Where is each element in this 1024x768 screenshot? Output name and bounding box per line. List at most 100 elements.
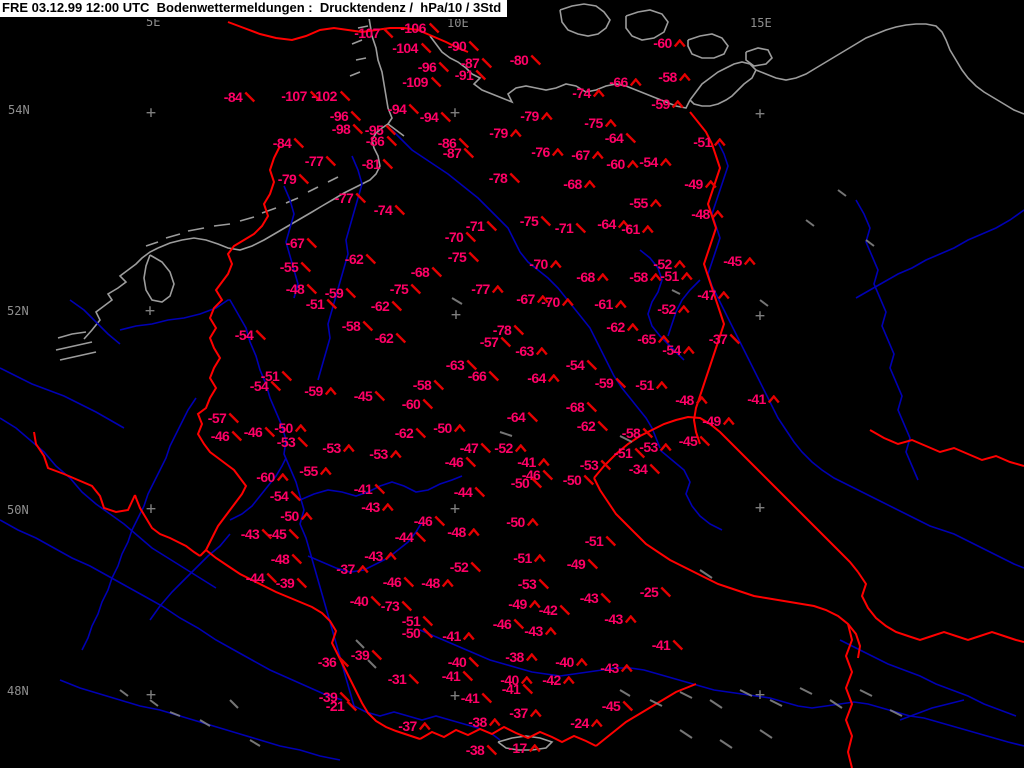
pressure-tendency-value: -39 [350,647,370,663]
station-report: -75 [584,115,618,131]
station-report: -37 [709,331,741,347]
pressure-tendency-value: -25 [639,584,659,600]
pressure-tendency-value: -98 [331,121,351,137]
pressure-tendency-value: -96 [417,59,437,75]
tendency-falling-icon [430,76,442,88]
tendency-falling-icon [540,215,552,227]
station-report: -43 [524,623,558,639]
pressure-tendency-value: -46 [444,454,464,470]
station-report: -40 [350,593,382,609]
station-report: -76 [531,144,565,160]
station-report: -34 [629,461,661,477]
tendency-rising-icon [343,443,356,453]
tendency-falling-icon [729,333,741,345]
station-report: -50 [511,475,543,491]
tendency-rising-icon [545,626,558,636]
station-report: -68 [563,176,597,192]
pressure-tendency-value: -50 [506,514,525,530]
pressure-tendency-value: -68 [576,269,595,285]
tendency-falling-icon [298,173,310,185]
graticule-label: 50N [7,503,29,517]
tendency-rising-icon [650,198,663,208]
tendency-falling-icon [391,300,403,312]
station-report: -36 [318,654,350,670]
tendency-falling-icon [415,427,427,439]
station-report: -55 [299,463,333,479]
tendency-rising-icon [681,271,694,281]
tendency-falling-icon [538,578,550,590]
title-bar: FRE 03.12.99 12:00 UTC Bodenwettermeldun… [0,0,510,19]
station-report: -60 [402,396,434,412]
tendency-rising-icon [325,386,338,396]
tendency-falling-icon [649,463,661,475]
tendency-falling-icon [255,329,267,341]
tendency-falling-icon [403,576,415,588]
tendency-falling-icon [699,435,711,447]
pressure-tendency-value: -91 [454,67,474,83]
pressure-tendency-value: -43 [361,499,380,515]
station-report: -62 [345,251,377,267]
tendency-rising-icon [510,128,523,138]
tendency-rising-icon [679,72,692,82]
station-report: -48 [286,281,318,297]
pressure-tendency-value: -51 [613,445,633,461]
pressure-tendency-value: -53 [276,434,296,450]
tendency-falling-icon [296,577,308,589]
pressure-tendency-value: -60 [401,396,421,412]
pressure-tendency-value: -48 [421,575,440,591]
station-report: -59 [325,285,357,301]
tendency-falling-icon [434,515,446,527]
pressure-tendency-value: -51 [513,550,532,566]
tendency-falling-icon [615,377,627,389]
tendency-falling-icon [488,370,500,382]
tendency-rising-icon [593,88,606,98]
pressure-tendency-value: -62 [576,418,596,434]
tendency-rising-icon [705,179,718,189]
tendency-falling-icon [371,649,383,661]
pressure-tendency-value: -86 [365,133,385,149]
tendency-falling-icon [382,158,394,170]
station-report: -51 [585,533,617,549]
station-report: -77 [335,190,367,206]
tendency-rising-icon [562,297,575,307]
pressure-tendency-value: -58 [629,269,648,285]
pressure-tendency-value: -62 [344,251,364,267]
tendency-rising-icon [591,718,604,728]
tendency-falling-icon [345,287,357,299]
tendency-rising-icon [627,159,640,169]
pressure-tendency-value: -62 [374,330,394,346]
pressure-tendency-value: -48 [675,392,694,408]
tendency-falling-icon [281,370,293,382]
pressure-tendency-value: -41 [353,481,373,497]
station-report: -54 [639,154,673,170]
pressure-tendency-value: -44 [245,570,265,586]
pressure-tendency-value: -43 [600,660,619,676]
pressure-tendency-value: -51 [584,533,604,549]
station-report: -79 [278,171,310,187]
pressure-tendency-value: -53 [517,576,537,592]
graticule-cross: + [144,301,156,322]
pressure-tendency-value: -48 [270,551,290,567]
tendency-falling-icon [642,427,654,439]
tendency-rising-icon [576,657,589,667]
pressure-tendency-value: -64 [604,130,624,146]
station-report: -79 [520,108,554,124]
pressure-tendency-value: -57 [479,334,499,350]
tendency-rising-icon [714,137,727,147]
station-report: -42 [539,602,571,618]
station-report: -53 [322,440,356,456]
pressure-tendency-value: -53 [639,439,658,455]
pressure-tendency-value: -67 [285,235,305,251]
tendency-rising-icon [621,663,634,673]
station-report: -62 [395,425,427,441]
tendency-falling-icon [422,627,434,639]
pressure-tendency-value: -81 [361,156,381,172]
pressure-tendency-value: -76 [531,144,550,160]
tendency-rising-icon [536,346,549,356]
tendency-rising-icon [357,564,370,574]
station-report: -64 [507,409,539,425]
pressure-tendency-value: -55 [279,259,299,275]
pressure-tendency-value: -51 [305,296,325,312]
tendency-falling-icon [587,558,599,570]
pressure-tendency-value: -46 [492,616,512,632]
